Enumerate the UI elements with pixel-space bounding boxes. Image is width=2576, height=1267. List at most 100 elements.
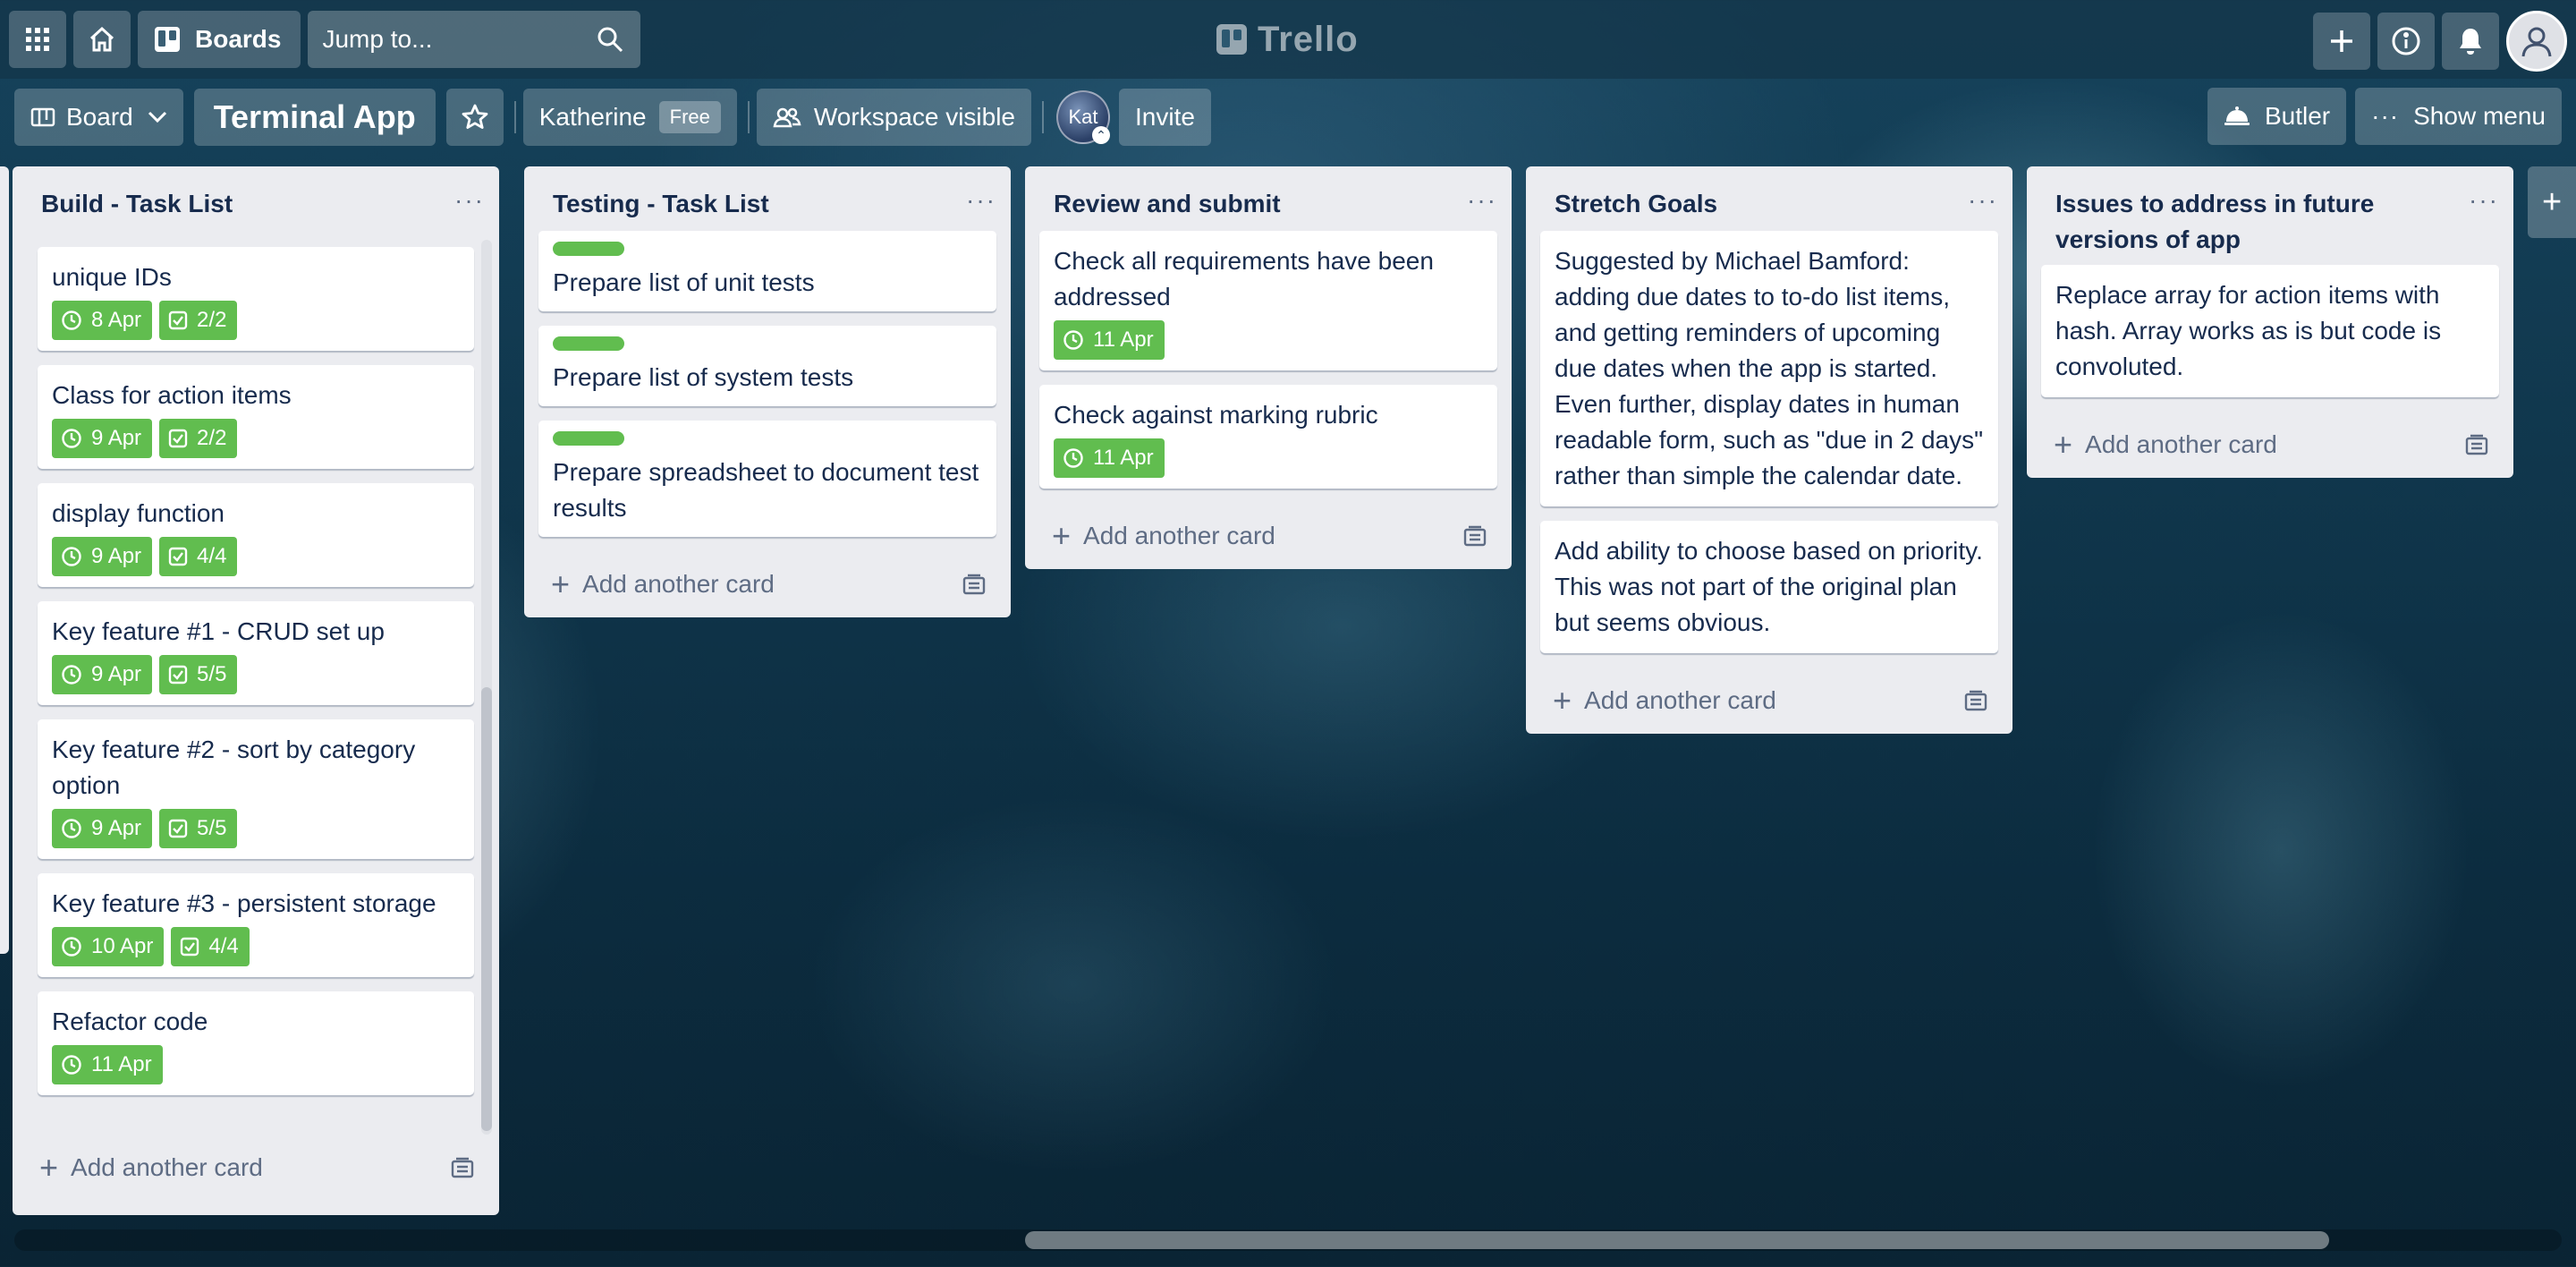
- account-avatar-button[interactable]: [2506, 11, 2567, 72]
- information-button[interactable]: [2377, 13, 2435, 70]
- list-item[interactable]: unique IDs 8 Apr 2/2: [38, 247, 474, 351]
- due-date-badge[interactable]: 9 Apr: [52, 655, 153, 694]
- due-date-badge[interactable]: 10 Apr: [52, 927, 165, 966]
- list-header[interactable]: Issues to address in future versions of …: [2027, 166, 2513, 276]
- list-item[interactable]: Key feature #1 - CRUD set up 9 Apr 5/5: [38, 601, 474, 705]
- card-title: Class for action items: [52, 381, 292, 409]
- list-header[interactable]: Build - Task List ···: [13, 166, 499, 238]
- list-item[interactable]: Key feature #3 - persistent storage 10 A…: [38, 873, 474, 977]
- green-label[interactable]: [553, 336, 624, 351]
- add-card-button[interactable]: + Add another card: [13, 1135, 499, 1201]
- offscreen-list-edge: [0, 166, 9, 954]
- add-card-label: Add another card: [582, 570, 775, 598]
- checklist-icon: [168, 665, 188, 685]
- card-title: Prepare list of system tests: [553, 363, 854, 391]
- card-title: Key feature #2 - sort by category option: [52, 736, 416, 799]
- search-input[interactable]: Jump to...: [308, 11, 641, 68]
- list-title[interactable]: Stretch Goals: [1555, 186, 1717, 222]
- list-title[interactable]: Issues to address in future versions of …: [2055, 186, 2469, 258]
- board-view-switcher[interactable]: Board: [14, 89, 183, 146]
- board-header: Board Terminal App Katherine Free Worksp…: [14, 88, 2562, 147]
- member-avatar[interactable]: Kat ⌃: [1056, 90, 1110, 144]
- list-item[interactable]: Prepare spreadsheet to document test res…: [538, 421, 996, 537]
- green-label[interactable]: [553, 242, 624, 256]
- list-item[interactable]: Prepare list of system tests: [538, 326, 996, 406]
- board-horizontal-scrollbar[interactable]: [14, 1229, 2562, 1251]
- visibility-button[interactable]: Workspace visible: [756, 89, 1031, 146]
- plus-icon: +: [2542, 183, 2563, 221]
- workspace-button[interactable]: Katherine Free: [522, 89, 737, 146]
- board-title[interactable]: Terminal App: [193, 89, 436, 146]
- due-date-badge[interactable]: 11 Apr: [52, 1045, 163, 1084]
- board-scrollbar-thumb[interactable]: [1025, 1231, 2329, 1249]
- card-title: Refactor code: [52, 1008, 208, 1035]
- list-item[interactable]: Prepare list of unit tests: [538, 231, 996, 311]
- add-card-button[interactable]: + Add another card: [1526, 668, 2012, 734]
- template-icon[interactable]: [2465, 434, 2488, 455]
- show-menu-button[interactable]: ··· Show menu: [2355, 88, 2562, 145]
- list-item[interactable]: Key feature #2 - sort by category option…: [38, 719, 474, 859]
- list-menu-icon[interactable]: ···: [966, 188, 996, 213]
- list-menu-icon[interactable]: ···: [2469, 188, 2499, 213]
- list-menu-icon[interactable]: ···: [454, 188, 485, 213]
- due-date-badge[interactable]: 11 Apr: [1054, 438, 1165, 478]
- list-item[interactable]: Add ability to choose based on priority.…: [1540, 521, 1998, 653]
- card-title: Check against marking rubric: [1054, 401, 1378, 429]
- template-icon[interactable]: [1463, 525, 1487, 547]
- checklist-badge: 2/2: [159, 301, 238, 340]
- due-date-badge[interactable]: 9 Apr: [52, 809, 153, 848]
- list-scrollbar[interactable]: [481, 240, 492, 1135]
- list-item[interactable]: Class for action items 9 Apr 2/2: [38, 365, 474, 469]
- user-icon: [2521, 27, 2552, 57]
- list-title[interactable]: Build - Task List: [41, 186, 233, 222]
- list-item[interactable]: Check against marking rubric 11 Apr: [1039, 385, 1497, 489]
- list-menu-icon[interactable]: ···: [1467, 188, 1497, 213]
- list-header[interactable]: Review and submit ···: [1025, 166, 1512, 240]
- green-label[interactable]: [553, 431, 624, 446]
- top-navigation-bar: Boards Jump to... Trello: [0, 0, 2576, 79]
- checklist-count: 4/4: [208, 934, 239, 958]
- list-header[interactable]: Stretch Goals ···: [1526, 166, 2012, 240]
- template-icon[interactable]: [451, 1157, 474, 1178]
- list-item[interactable]: Refactor code 11 Apr: [38, 991, 474, 1095]
- list-header[interactable]: Testing - Task List ···: [524, 166, 1011, 240]
- trello-logo[interactable]: Trello: [1216, 16, 1359, 63]
- star-board-button[interactable]: [445, 89, 504, 146]
- list-scrollbar-thumb[interactable]: [481, 687, 492, 1131]
- add-card-button[interactable]: + Add another card: [2027, 412, 2513, 478]
- card-title: Prepare list of unit tests: [553, 268, 815, 296]
- add-card-button[interactable]: + Add another card: [524, 551, 1011, 617]
- clock-icon: [62, 937, 81, 957]
- invite-button[interactable]: Invite: [1119, 89, 1211, 146]
- notifications-button[interactable]: [2442, 13, 2499, 70]
- separator: [1042, 101, 1044, 133]
- list-future-issues: Issues to address in future versions of …: [2027, 166, 2513, 478]
- list-menu-icon[interactable]: ···: [1968, 188, 1998, 213]
- due-date-badge[interactable]: 11 Apr: [1054, 320, 1165, 360]
- card-title: unique IDs: [52, 263, 172, 291]
- home-button[interactable]: [73, 11, 131, 68]
- add-list-button[interactable]: +: [2528, 166, 2576, 238]
- plus-icon: +: [1553, 682, 1572, 719]
- list-title[interactable]: Testing - Task List: [553, 186, 769, 222]
- clock-icon: [62, 429, 81, 448]
- trello-logo-text: Trello: [1258, 19, 1359, 59]
- template-icon[interactable]: [1964, 690, 1987, 711]
- list-item[interactable]: Check all requirements have been address…: [1039, 231, 1497, 370]
- apps-switcher-button[interactable]: [9, 11, 66, 68]
- list-item[interactable]: Suggested by Michael Bamford: adding due…: [1540, 231, 1998, 506]
- checklist-icon: [168, 429, 188, 448]
- add-card-button[interactable]: + Add another card: [1025, 503, 1512, 569]
- list-item[interactable]: display function 9 Apr 4/4: [38, 483, 474, 587]
- list-item[interactable]: Replace array for action items with hash…: [2041, 265, 2499, 397]
- due-date-badge[interactable]: 8 Apr: [52, 301, 153, 340]
- template-icon[interactable]: [962, 574, 986, 595]
- list-title[interactable]: Review and submit: [1054, 186, 1281, 222]
- butler-button[interactable]: Butler: [2207, 88, 2347, 145]
- create-button[interactable]: [2313, 13, 2370, 70]
- card-title: Add ability to choose based on priority.…: [1555, 537, 1983, 636]
- due-date-badge[interactable]: 9 Apr: [52, 419, 153, 458]
- due-date-badge[interactable]: 9 Apr: [52, 537, 153, 576]
- boards-button[interactable]: Boards: [138, 11, 301, 68]
- checklist-count: 5/5: [197, 816, 227, 840]
